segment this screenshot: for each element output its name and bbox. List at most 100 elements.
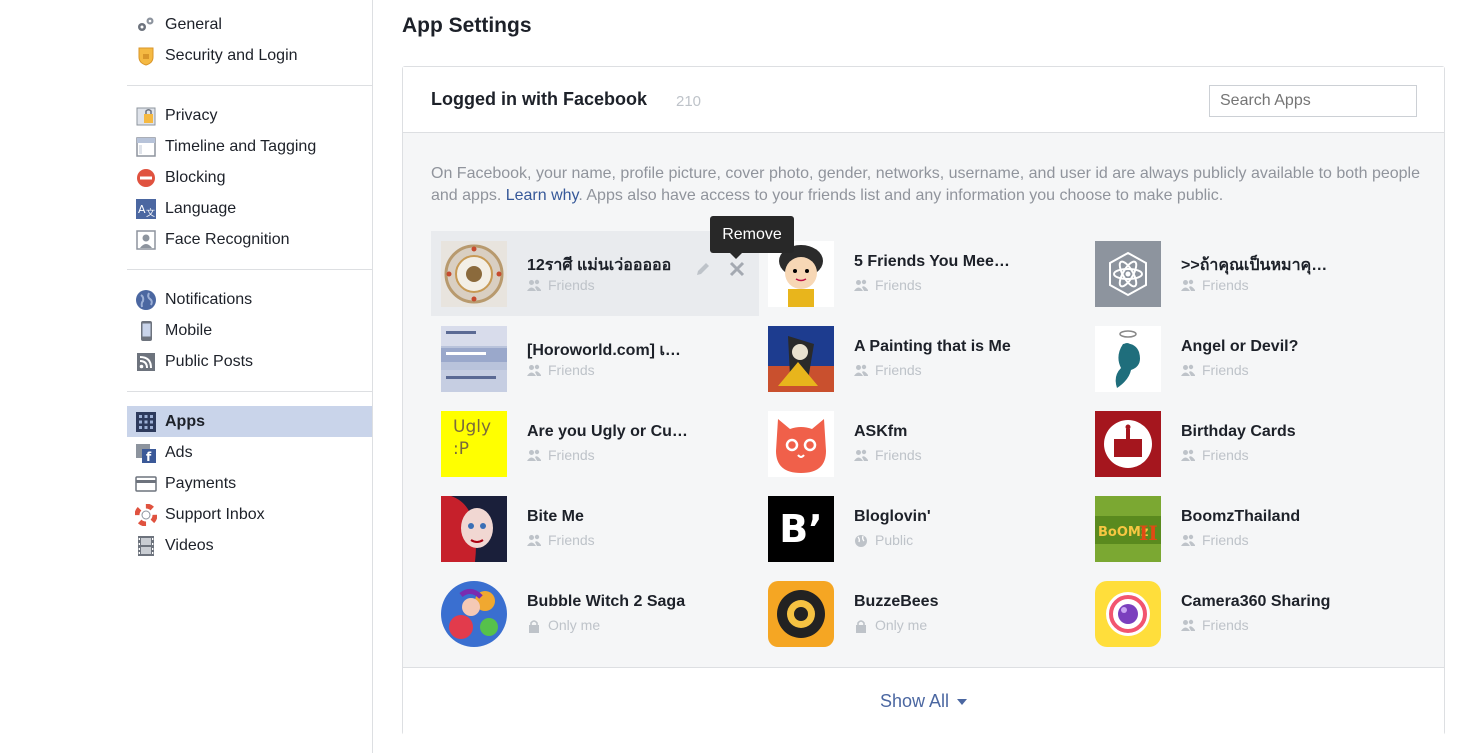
app-thumbnail[interactable]	[1095, 326, 1161, 392]
sidebar-item-payments[interactable]: Payments	[127, 468, 372, 499]
app-name[interactable]: Bubble Witch 2 Saga	[527, 593, 685, 611]
sidebar-item-blocking[interactable]: Blocking	[127, 162, 372, 193]
ads-icon: f	[135, 442, 157, 464]
app-thumbnail[interactable]	[768, 581, 834, 647]
app-thumbnail[interactable]: Ugly :P	[441, 411, 507, 477]
svg-text:II: II	[1139, 521, 1158, 545]
friends-icon	[854, 364, 868, 377]
sidebar-item-ads[interactable]: f Ads	[127, 437, 372, 468]
caret-down-icon	[957, 698, 968, 705]
sidebar-item-label: General	[165, 15, 222, 33]
app-name[interactable]: Birthday Cards	[1181, 423, 1296, 441]
sidebar-item-language[interactable]: A文 Language	[127, 193, 372, 224]
friends-icon	[1181, 449, 1195, 462]
app-name[interactable]: BuzzeBees	[854, 593, 938, 611]
sidebar-item-face-recognition[interactable]: Face Recognition	[127, 224, 372, 255]
remove-tooltip: Remove	[710, 216, 794, 259]
app-name[interactable]: >>ถ้าคุณเป็นหมาคุ…	[1181, 253, 1327, 278]
friends-icon	[527, 449, 541, 462]
app-item[interactable]: 5 Friends You Mee… Friends	[758, 231, 1086, 316]
app-audience: Friends	[1181, 362, 1249, 378]
remove-x-icon[interactable]	[727, 259, 747, 279]
app-item[interactable]: BoOMz II BoomzThailand Friends	[1085, 486, 1413, 571]
sidebar-item-support-inbox[interactable]: Support Inbox	[127, 499, 372, 530]
show-all-button[interactable]: Show All	[879, 691, 968, 712]
sidebar-item-mobile[interactable]: Mobile	[127, 315, 372, 346]
sidebar-item-notifications[interactable]: Notifications	[127, 284, 372, 315]
edit-pencil-icon[interactable]	[693, 259, 713, 279]
app-thumbnail[interactable]	[1095, 411, 1161, 477]
app-name[interactable]: Angel or Devil?	[1181, 338, 1298, 356]
block-icon	[135, 167, 157, 189]
app-item[interactable]: Ugly :P Are you Ugly or Cu… Friends	[431, 401, 759, 486]
app-audience-label: Friends	[875, 362, 922, 378]
app-thumbnail[interactable]	[441, 241, 507, 307]
app-audience-label: Friends	[1202, 447, 1249, 463]
sidebar-item-label: Support Inbox	[165, 505, 265, 523]
sidebar-group-apps: Apps f Ads Payments Support Inbox Videos	[127, 406, 372, 561]
app-name[interactable]: A Painting that is Me	[854, 338, 1011, 356]
app-audience-label: Only me	[875, 617, 928, 633]
sidebar-item-timeline[interactable]: Timeline and Tagging	[127, 131, 372, 162]
sidebar-divider	[127, 85, 372, 86]
sidebar-item-security[interactable]: Security and Login	[127, 40, 372, 71]
lock-icon	[854, 619, 868, 633]
app-item[interactable]: [Horoworld.com] เ… Friends	[431, 316, 759, 401]
sidebar-item-videos[interactable]: Videos	[127, 530, 372, 561]
sidebar-item-label: Language	[165, 199, 237, 217]
app-audience-label: Friends	[875, 277, 922, 293]
app-thumbnail[interactable]: B’	[768, 496, 834, 562]
app-item[interactable]: Birthday Cards Friends	[1085, 401, 1413, 486]
app-name[interactable]: 5 Friends You Mee…	[854, 253, 1010, 271]
app-audience-label: Friends	[1202, 362, 1249, 378]
friends-icon	[527, 279, 541, 292]
mobile-icon	[135, 320, 157, 342]
app-audience: Friends	[854, 447, 922, 463]
app-audience: Friends	[1181, 532, 1249, 548]
sidebar-item-label: Timeline and Tagging	[165, 137, 317, 155]
sidebar-group-privacy: Privacy Timeline and Tagging Blocking A文…	[127, 100, 372, 255]
app-thumbnail[interactable]	[768, 326, 834, 392]
app-name[interactable]: BoomzThailand	[1181, 508, 1300, 526]
app-name[interactable]: Bite Me	[527, 508, 584, 526]
app-audience: Friends	[854, 362, 922, 378]
show-all-label: Show All	[879, 691, 950, 711]
app-thumbnail[interactable]	[441, 496, 507, 562]
learn-why-link[interactable]: Learn why	[506, 187, 579, 204]
app-thumbnail[interactable]	[441, 581, 507, 647]
sidebar-item-privacy[interactable]: Privacy	[127, 100, 372, 131]
sidebar-item-label: Privacy	[165, 106, 218, 124]
app-name[interactable]: Bloglovin'	[854, 508, 931, 526]
app-thumbnail[interactable]	[441, 326, 507, 392]
app-item[interactable]: ASKfm Friends	[758, 401, 1086, 486]
app-thumbnail[interactable]	[1095, 241, 1161, 307]
app-name[interactable]: Camera360 Sharing	[1181, 593, 1330, 611]
app-audience: Friends	[527, 277, 595, 293]
app-thumbnail[interactable]	[1095, 581, 1161, 647]
app-thumbnail[interactable]	[768, 411, 834, 477]
app-item[interactable]: BuzzeBees Only me	[758, 571, 1086, 656]
app-item[interactable]: Bubble Witch 2 Saga Only me	[431, 571, 759, 656]
app-name[interactable]: [Horoworld.com] เ…	[527, 338, 681, 363]
app-item[interactable]: B’ Bloglovin' Public	[758, 486, 1086, 571]
app-name[interactable]: ASKfm	[854, 423, 907, 441]
friends-icon	[854, 279, 868, 292]
app-audience-label: Friends	[1202, 617, 1249, 633]
app-audience-label: Friends	[548, 277, 595, 293]
search-apps-input[interactable]	[1209, 85, 1417, 117]
app-thumbnail[interactable]: BoOMz II	[1095, 496, 1161, 562]
apps-count: 210	[676, 93, 702, 110]
privacy-info-text: On Facebook, your name, profile picture,…	[431, 163, 1421, 207]
app-name[interactable]: 12ราศี แม่นเว่อออออ	[527, 253, 671, 278]
app-item[interactable]: Camera360 Sharing Friends	[1085, 571, 1413, 656]
app-item[interactable]: Angel or Devil? Friends	[1085, 316, 1413, 401]
app-item[interactable]: Bite Me Friends	[431, 486, 759, 571]
sidebar-item-general[interactable]: General	[127, 9, 372, 40]
sidebar-item-public-posts[interactable]: Public Posts	[127, 346, 372, 377]
app-item[interactable]: >>ถ้าคุณเป็นหมาคุ… Friends	[1085, 231, 1413, 316]
app-name[interactable]: Are you Ugly or Cu…	[527, 423, 688, 441]
app-item[interactable]: A Painting that is Me Friends	[758, 316, 1086, 401]
app-audience: Public	[854, 532, 913, 548]
friends-icon	[854, 449, 868, 462]
sidebar-item-apps[interactable]: Apps	[127, 406, 372, 437]
